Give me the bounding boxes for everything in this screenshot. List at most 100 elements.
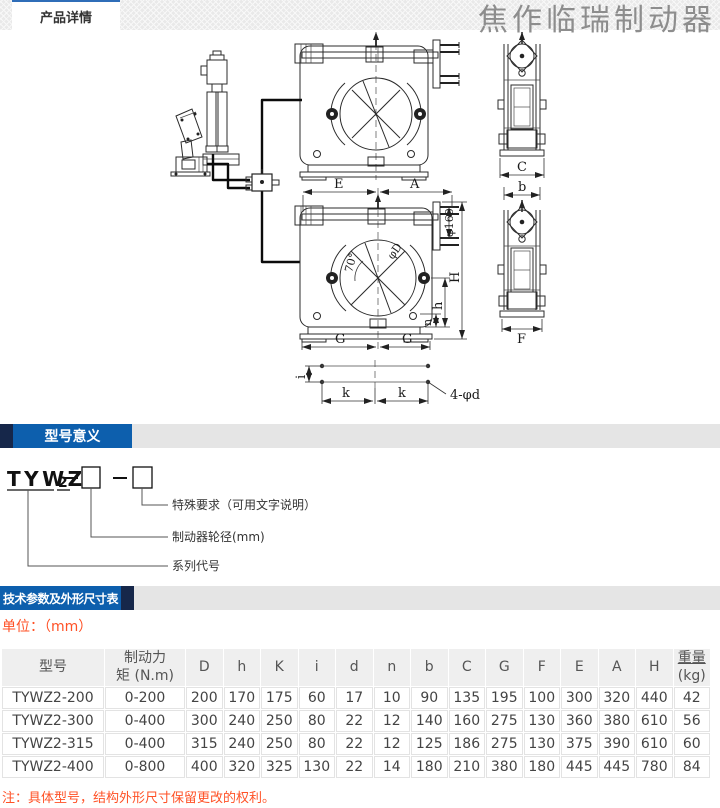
dimension-lines: E A φ160 H h n G G φD 70° — [302, 177, 467, 350]
table-cell: 315 — [186, 733, 223, 755]
table-cell: 135 — [449, 687, 486, 709]
table-cell: 0-800 — [105, 756, 185, 778]
legend-wheel-diameter: 制动器轮径(mm) — [172, 530, 265, 544]
table-cell: 195 — [486, 687, 523, 709]
table-column-header: C — [449, 649, 486, 686]
table-column-header: G — [486, 649, 523, 686]
dim-label-bolt-holes: 4-φd — [450, 388, 480, 403]
table-cell: 22 — [336, 733, 373, 755]
table-cell: 400 — [186, 756, 223, 778]
tab-label: 产品详情 — [40, 7, 92, 26]
table-cell: 10 — [374, 687, 411, 709]
table-column-header: d — [336, 649, 373, 686]
table-column-header: 制动力矩 (N.m) — [105, 649, 185, 686]
table-cell: 300 — [186, 710, 223, 732]
table-cell: 80 — [299, 710, 336, 732]
top-tab-bar: 产品详情 焦作临瑞制动器 — [0, 0, 720, 30]
spec-table-body: TYWZ2-2000-20020017017560171090135195100… — [2, 687, 710, 778]
table-cell: 325 — [261, 756, 298, 778]
table-cell: 0-400 — [105, 733, 185, 755]
section-bar-gray-fill — [132, 424, 720, 448]
tab-product-details[interactable]: 产品详情 — [12, 0, 120, 30]
table-cell: 12 — [374, 733, 411, 755]
dim-label-k1: k — [342, 386, 350, 401]
table-cell: 175 — [261, 687, 298, 709]
table-cell: 140 — [411, 710, 448, 732]
table-column-header: K — [261, 649, 298, 686]
table-cell: 0-400 — [105, 710, 185, 732]
table-cell: 210 — [449, 756, 486, 778]
table-row: TYWZ2-3000-40030024025080221214016027513… — [2, 710, 710, 732]
table-cell: 60 — [299, 687, 336, 709]
table-cell: 56 — [674, 710, 711, 732]
technical-drawing: E A φ160 H h n G G φD 70° — [0, 30, 720, 422]
footnote: 注：具体型号，结构外形尺寸保留更改的权利。 — [2, 787, 275, 806]
table-column-header: E — [561, 649, 598, 686]
table-column-header: 重量(kg) — [674, 649, 711, 686]
table-cell: 200 — [186, 687, 223, 709]
dim-label-i: i — [294, 375, 309, 379]
table-cell: 170 — [224, 687, 261, 709]
legend-series-code: 系列代号 — [172, 559, 220, 573]
table-cell: 300 — [561, 687, 598, 709]
spec-table: 型号制动力矩 (N.m)DhKidnbCGFEAH重量(kg) TYWZ2-20… — [1, 648, 711, 779]
table-row: TYWZ2-2000-20020017017560171090135195100… — [2, 687, 710, 709]
section-bar-dark-block — [121, 586, 134, 610]
table-row: TYWZ2-3150-40031524025080221212518627513… — [2, 733, 710, 755]
dim-label-F: F — [517, 332, 526, 347]
table-cell: 610 — [636, 733, 673, 755]
table-column-header: H — [636, 649, 673, 686]
table-cell: 180 — [411, 756, 448, 778]
table-column-header: b — [411, 649, 448, 686]
dim-label-G2: G — [402, 332, 412, 347]
table-cell: 380 — [599, 710, 636, 732]
section-bar-gray-fill — [134, 586, 720, 610]
table-cell: TYWZ2-315 — [2, 733, 104, 755]
table-cell: 130 — [524, 710, 561, 732]
dim-label-H: H — [448, 272, 463, 283]
table-cell: 250 — [261, 733, 298, 755]
table-column-header: h — [224, 649, 261, 686]
table-cell: 125 — [411, 733, 448, 755]
table-cell: 100 — [524, 687, 561, 709]
table-cell: 445 — [561, 756, 598, 778]
table-column-header: D — [186, 649, 223, 686]
table-cell: 130 — [524, 733, 561, 755]
table-cell: 130 — [299, 756, 336, 778]
model-code-box-special — [133, 467, 152, 488]
model-code-svg: TYWZ 2 特殊要求（可用文字说明） 制动器轮径(mm) 系列代号 — [0, 448, 720, 586]
dim-label-angle: 70° — [342, 252, 360, 274]
dim-label-h: h — [431, 301, 446, 310]
table-cell: 14 — [374, 756, 411, 778]
dim-label-C: C — [517, 160, 527, 175]
model-code-diagram: TYWZ 2 特殊要求（可用文字说明） 制动器轮径(mm) 系列代号 — [0, 448, 720, 586]
table-cell: 22 — [336, 756, 373, 778]
table-cell: 80 — [299, 733, 336, 755]
table-cell: TYWZ2-400 — [2, 756, 104, 778]
table-cell: 22 — [336, 710, 373, 732]
front-view-upper — [295, 32, 459, 180]
side-view-upper: C — [498, 32, 546, 178]
table-header-row: 型号制动力矩 (N.m)DhKidnbCGFEAH重量(kg) — [2, 649, 710, 686]
table-cell: 275 — [486, 710, 523, 732]
table-column-header: F — [524, 649, 561, 686]
table-cell: 84 — [674, 756, 711, 778]
bolt-pattern-diagram: i k k 4-φd — [294, 360, 480, 404]
table-cell: 180 — [524, 756, 561, 778]
table-column-header: i — [299, 649, 336, 686]
table-cell: 12 — [374, 710, 411, 732]
table-cell: 320 — [224, 756, 261, 778]
table-cell: 320 — [599, 687, 636, 709]
table-cell: 780 — [636, 756, 673, 778]
table-column-header: A — [599, 649, 636, 686]
table-cell: 240 — [224, 733, 261, 755]
table-cell: TYWZ2-300 — [2, 710, 104, 732]
section-header-model-meaning: 型号意义 — [0, 424, 720, 448]
table-column-header: 型号 — [2, 649, 104, 686]
table-cell: 440 — [636, 687, 673, 709]
table-cell: 390 — [599, 733, 636, 755]
dim-label-A: A — [409, 177, 420, 192]
legend-special-requirements: 特殊要求（可用文字说明） — [172, 497, 316, 512]
section-header-spec-table: 技术参数及外形尺寸表 — [0, 586, 720, 610]
table-cell: 610 — [636, 710, 673, 732]
